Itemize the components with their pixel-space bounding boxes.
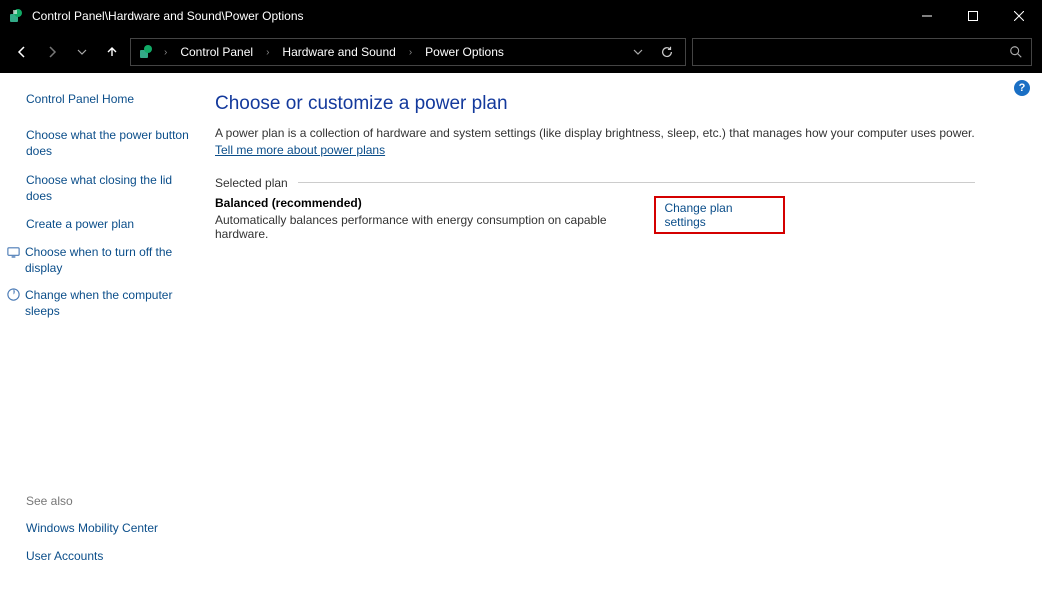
maximize-button[interactable] — [950, 0, 996, 31]
plan-row: Balanced (recommended) Automatically bal… — [215, 196, 785, 241]
chevron-right-icon[interactable]: › — [406, 47, 415, 58]
location-icon — [137, 43, 155, 61]
sidebar: Control Panel Home Choose what the power… — [0, 73, 215, 592]
address-row: › Control Panel › Hardware and Sound › P… — [0, 31, 1042, 73]
search-input[interactable] — [701, 44, 1009, 60]
page-heading: Choose or customize a power plan — [215, 93, 975, 115]
display-icon — [6, 244, 21, 260]
selected-plan-header: Selected plan — [215, 176, 975, 190]
page-description: A power plan is a collection of hardware… — [215, 125, 975, 160]
recent-locations-button[interactable] — [70, 40, 94, 64]
breadcrumb-power-options[interactable]: Power Options — [421, 45, 508, 59]
refresh-button[interactable] — [655, 45, 679, 59]
sidebar-link-turn-off-display[interactable]: Choose when to turn off the display — [25, 244, 199, 276]
learn-more-link[interactable]: Tell me more about power plans — [215, 143, 385, 157]
see-also-user-accounts[interactable]: User Accounts — [26, 548, 199, 564]
minimize-button[interactable] — [904, 0, 950, 31]
plan-name: Balanced (recommended) — [215, 196, 654, 210]
window-title: Control Panel\Hardware and Sound\Power O… — [32, 9, 304, 23]
chevron-right-icon[interactable]: › — [263, 47, 272, 58]
divider — [298, 182, 975, 183]
see-also-label: See also — [26, 494, 199, 508]
main-panel: Choose or customize a power plan A power… — [215, 73, 1015, 592]
sidebar-link-close-lid[interactable]: Choose what closing the lid does — [26, 172, 199, 204]
address-bar[interactable]: › Control Panel › Hardware and Sound › P… — [130, 38, 686, 66]
window-controls — [904, 0, 1042, 31]
sleep-icon — [6, 287, 21, 303]
see-also-mobility-center[interactable]: Windows Mobility Center — [26, 520, 199, 536]
app-icon — [8, 8, 24, 24]
plan-description: Automatically balances performance with … — [215, 213, 654, 241]
help-button[interactable]: ? — [1014, 80, 1030, 96]
sidebar-link-computer-sleeps[interactable]: Change when the computer sleeps — [25, 287, 199, 319]
search-box[interactable] — [692, 38, 1032, 66]
sidebar-home-link[interactable]: Control Panel Home — [26, 91, 199, 107]
sidebar-link-power-button[interactable]: Choose what the power button does — [26, 127, 199, 159]
up-button[interactable] — [100, 40, 124, 64]
close-button[interactable] — [996, 0, 1042, 31]
breadcrumb-hardware-and-sound[interactable]: Hardware and Sound — [278, 45, 399, 59]
breadcrumb-control-panel[interactable]: Control Panel — [176, 45, 257, 59]
change-plan-settings-link[interactable]: Change plan settings — [654, 196, 785, 234]
title-bar: Control Panel\Hardware and Sound\Power O… — [0, 0, 1042, 31]
address-dropdown-button[interactable] — [627, 47, 649, 57]
forward-button[interactable] — [40, 40, 64, 64]
selected-plan-label: Selected plan — [215, 176, 288, 190]
help-icon: ? — [1019, 82, 1026, 94]
search-icon[interactable] — [1009, 45, 1023, 59]
description-text: A power plan is a collection of hardware… — [215, 126, 975, 140]
content-area: Control Panel Home Choose what the power… — [0, 73, 1042, 592]
sidebar-link-create-plan[interactable]: Create a power plan — [26, 216, 199, 232]
back-button[interactable] — [10, 40, 34, 64]
chevron-right-icon[interactable]: › — [161, 47, 170, 58]
